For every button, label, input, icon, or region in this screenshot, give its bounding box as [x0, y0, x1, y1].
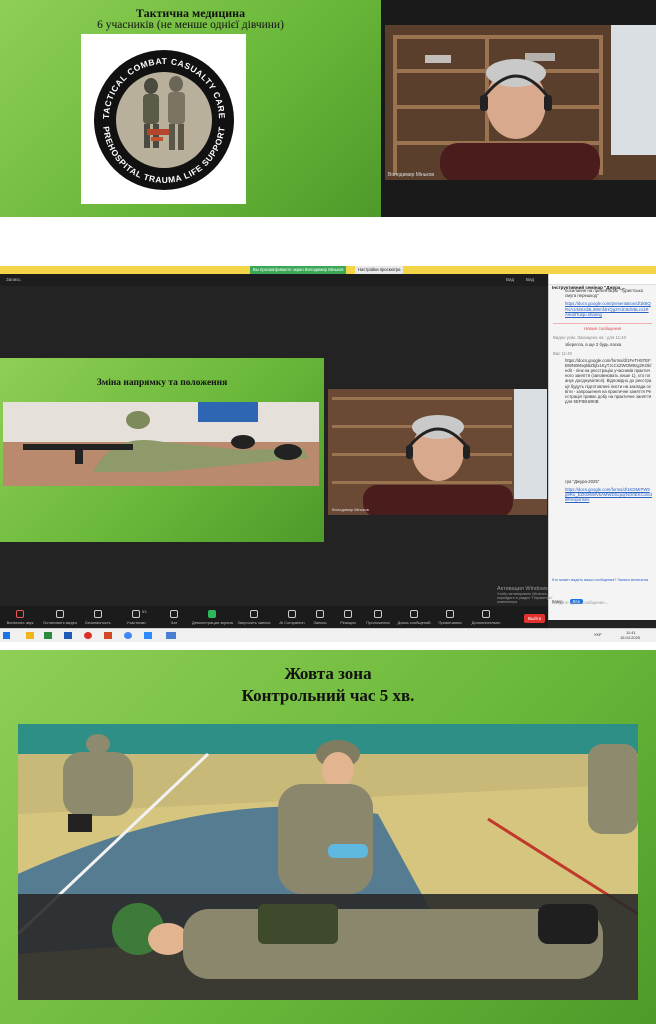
whiteboard-icon	[410, 610, 418, 618]
mic-off-icon	[16, 610, 24, 618]
notes-button[interactable]: Примечания	[430, 610, 470, 625]
shared-slide: Зміна напрямку та положення	[0, 358, 324, 542]
slide-photo	[3, 402, 319, 486]
leave-button[interactable]: Выйти	[524, 614, 546, 623]
language-indicator[interactable]: УКР	[594, 632, 602, 637]
shared-slide: Тактична медицина 6 учасників (не менше …	[0, 0, 381, 217]
recording-label[interactable]: Запись	[6, 274, 21, 286]
chat-icon	[170, 610, 178, 618]
people-icon	[132, 610, 140, 618]
participants-count: 63	[142, 609, 147, 614]
whiteboard-button[interactable]: Доска сообщений	[394, 610, 434, 625]
notes-icon	[446, 610, 454, 618]
security-button[interactable]: Безопасность	[78, 610, 118, 625]
windows-taskbar: УКР 11:41 15.04.2025	[0, 628, 656, 642]
tccc-badge-card: TACTICAL COMBAT CASUALTY CARE PREHOSPITA…	[81, 34, 246, 204]
stop-video-button[interactable]: Остановить видео	[40, 610, 80, 625]
record-icon	[250, 610, 258, 618]
zoom-screenshot-2: Вы просматриваете экран Володимир Мінько…	[0, 266, 656, 642]
activation-line-2: Чтобы активировать Windows, перейдите в …	[497, 592, 553, 601]
participant-name: Володимир Міньков	[332, 507, 369, 512]
clock-date[interactable]: 15.04.2025	[620, 635, 640, 640]
new-messages-divider: Новые сообщения	[553, 323, 652, 331]
chat-link[interactable]: https://docs.google.com/presentation/d/1…	[565, 301, 652, 317]
participant-video: Володимир Міньков	[328, 389, 547, 515]
chat-visibility-note[interactable]: Кто может видеть ваши сообщения? Запись …	[552, 578, 654, 582]
chat-panel: Інструктивний семінар "Джура ... посилан…	[548, 274, 656, 620]
chat-header: Інструктивний семінар "Джура ...	[549, 274, 656, 290]
apps-icon	[374, 610, 382, 618]
slide-title: Жовта зона	[284, 664, 372, 683]
word-icon[interactable]	[64, 632, 72, 639]
participant-video	[385, 25, 656, 180]
explorer-icon[interactable]	[26, 632, 34, 639]
request-recording-button[interactable]: Запросить запись	[234, 610, 274, 625]
shield-icon	[94, 610, 102, 618]
training-photo	[18, 724, 638, 1000]
zoom-screenshot-1: Тактична медицина 6 учасників (не менше …	[0, 0, 656, 217]
slide-subtitle: 6 учасників (не менше однієї дівчини)	[97, 19, 284, 31]
chat-link[interactable]: https://docs.google.com/forms/d/1KDMrPW9…	[565, 487, 652, 503]
viewing-screen-label: Вы просматриваете экран Володимир Мінько…	[250, 266, 347, 274]
slide-title: Зміна напрямку та положення	[96, 378, 228, 388]
opera-icon[interactable]	[84, 632, 92, 639]
excel-icon[interactable]	[44, 632, 52, 639]
chat-message: https://docs.google.com/forms/d/1FeTH5TE…	[565, 357, 652, 405]
chrome-icon[interactable]	[124, 632, 132, 639]
heart-icon	[344, 610, 352, 618]
chat-message: зберегла, а ще 2 будь ласка	[565, 342, 622, 348]
participant-name: Володимир Міньков	[388, 172, 435, 178]
app-icon[interactable]	[166, 632, 176, 639]
powerpoint-icon[interactable]	[104, 632, 112, 639]
chat-button[interactable]: Чат	[154, 610, 194, 625]
camera-icon	[56, 610, 64, 618]
slide-subtitle: Контрольний час 5 хв.	[241, 686, 415, 705]
presentation-slide-3: Жовта зона Контрольний час 5 хв.	[0, 650, 656, 1024]
chat-message: посилання на презентацію "Туристська сму…	[565, 288, 643, 299]
chat-sender: Видно усім. Захищено на : для 11:40	[553, 335, 626, 341]
more-button[interactable]: Дополнительно	[466, 610, 506, 625]
view-options-button[interactable]: Настройки просмотра	[355, 266, 404, 274]
sparkle-icon	[288, 610, 296, 618]
screen-share-banner: Вы просматриваете экран Володимир Мінько…	[0, 266, 656, 274]
chat-input[interactable]: Введите здесь сообщение...	[552, 600, 654, 614]
apps-button[interactable]: Приложения	[358, 610, 398, 625]
meeting-top-bar: Запись Вид Вид	[0, 274, 548, 286]
view-button[interactable]: Вид	[506, 274, 514, 286]
activation-line-3: компьютера	[497, 600, 518, 605]
record-circle-icon	[316, 610, 324, 618]
view-button-2[interactable]: Вид	[526, 274, 534, 286]
start-icon[interactable]	[3, 632, 10, 639]
chat-recipient-row: Кому: Все	[552, 590, 654, 604]
more-icon	[482, 610, 490, 618]
unmute-button[interactable]: Включить звук	[0, 610, 40, 625]
chat-sender: Вас 11:40	[553, 351, 573, 357]
windows-activation-watermark: Активация Windows Чтобы активировать Win…	[497, 586, 557, 604]
chat-message: гра "Джура-2025"	[565, 478, 600, 484]
share-screen-button[interactable]: Демонстрация экрана	[192, 610, 233, 625]
share-screen-icon	[208, 610, 216, 618]
zoom-icon[interactable]	[144, 632, 152, 639]
participants-button[interactable]: Участники	[116, 610, 156, 625]
tccc-badge-logo: TACTICAL COMBAT CASUALTY CARE PREHOSPITA…	[94, 50, 234, 190]
